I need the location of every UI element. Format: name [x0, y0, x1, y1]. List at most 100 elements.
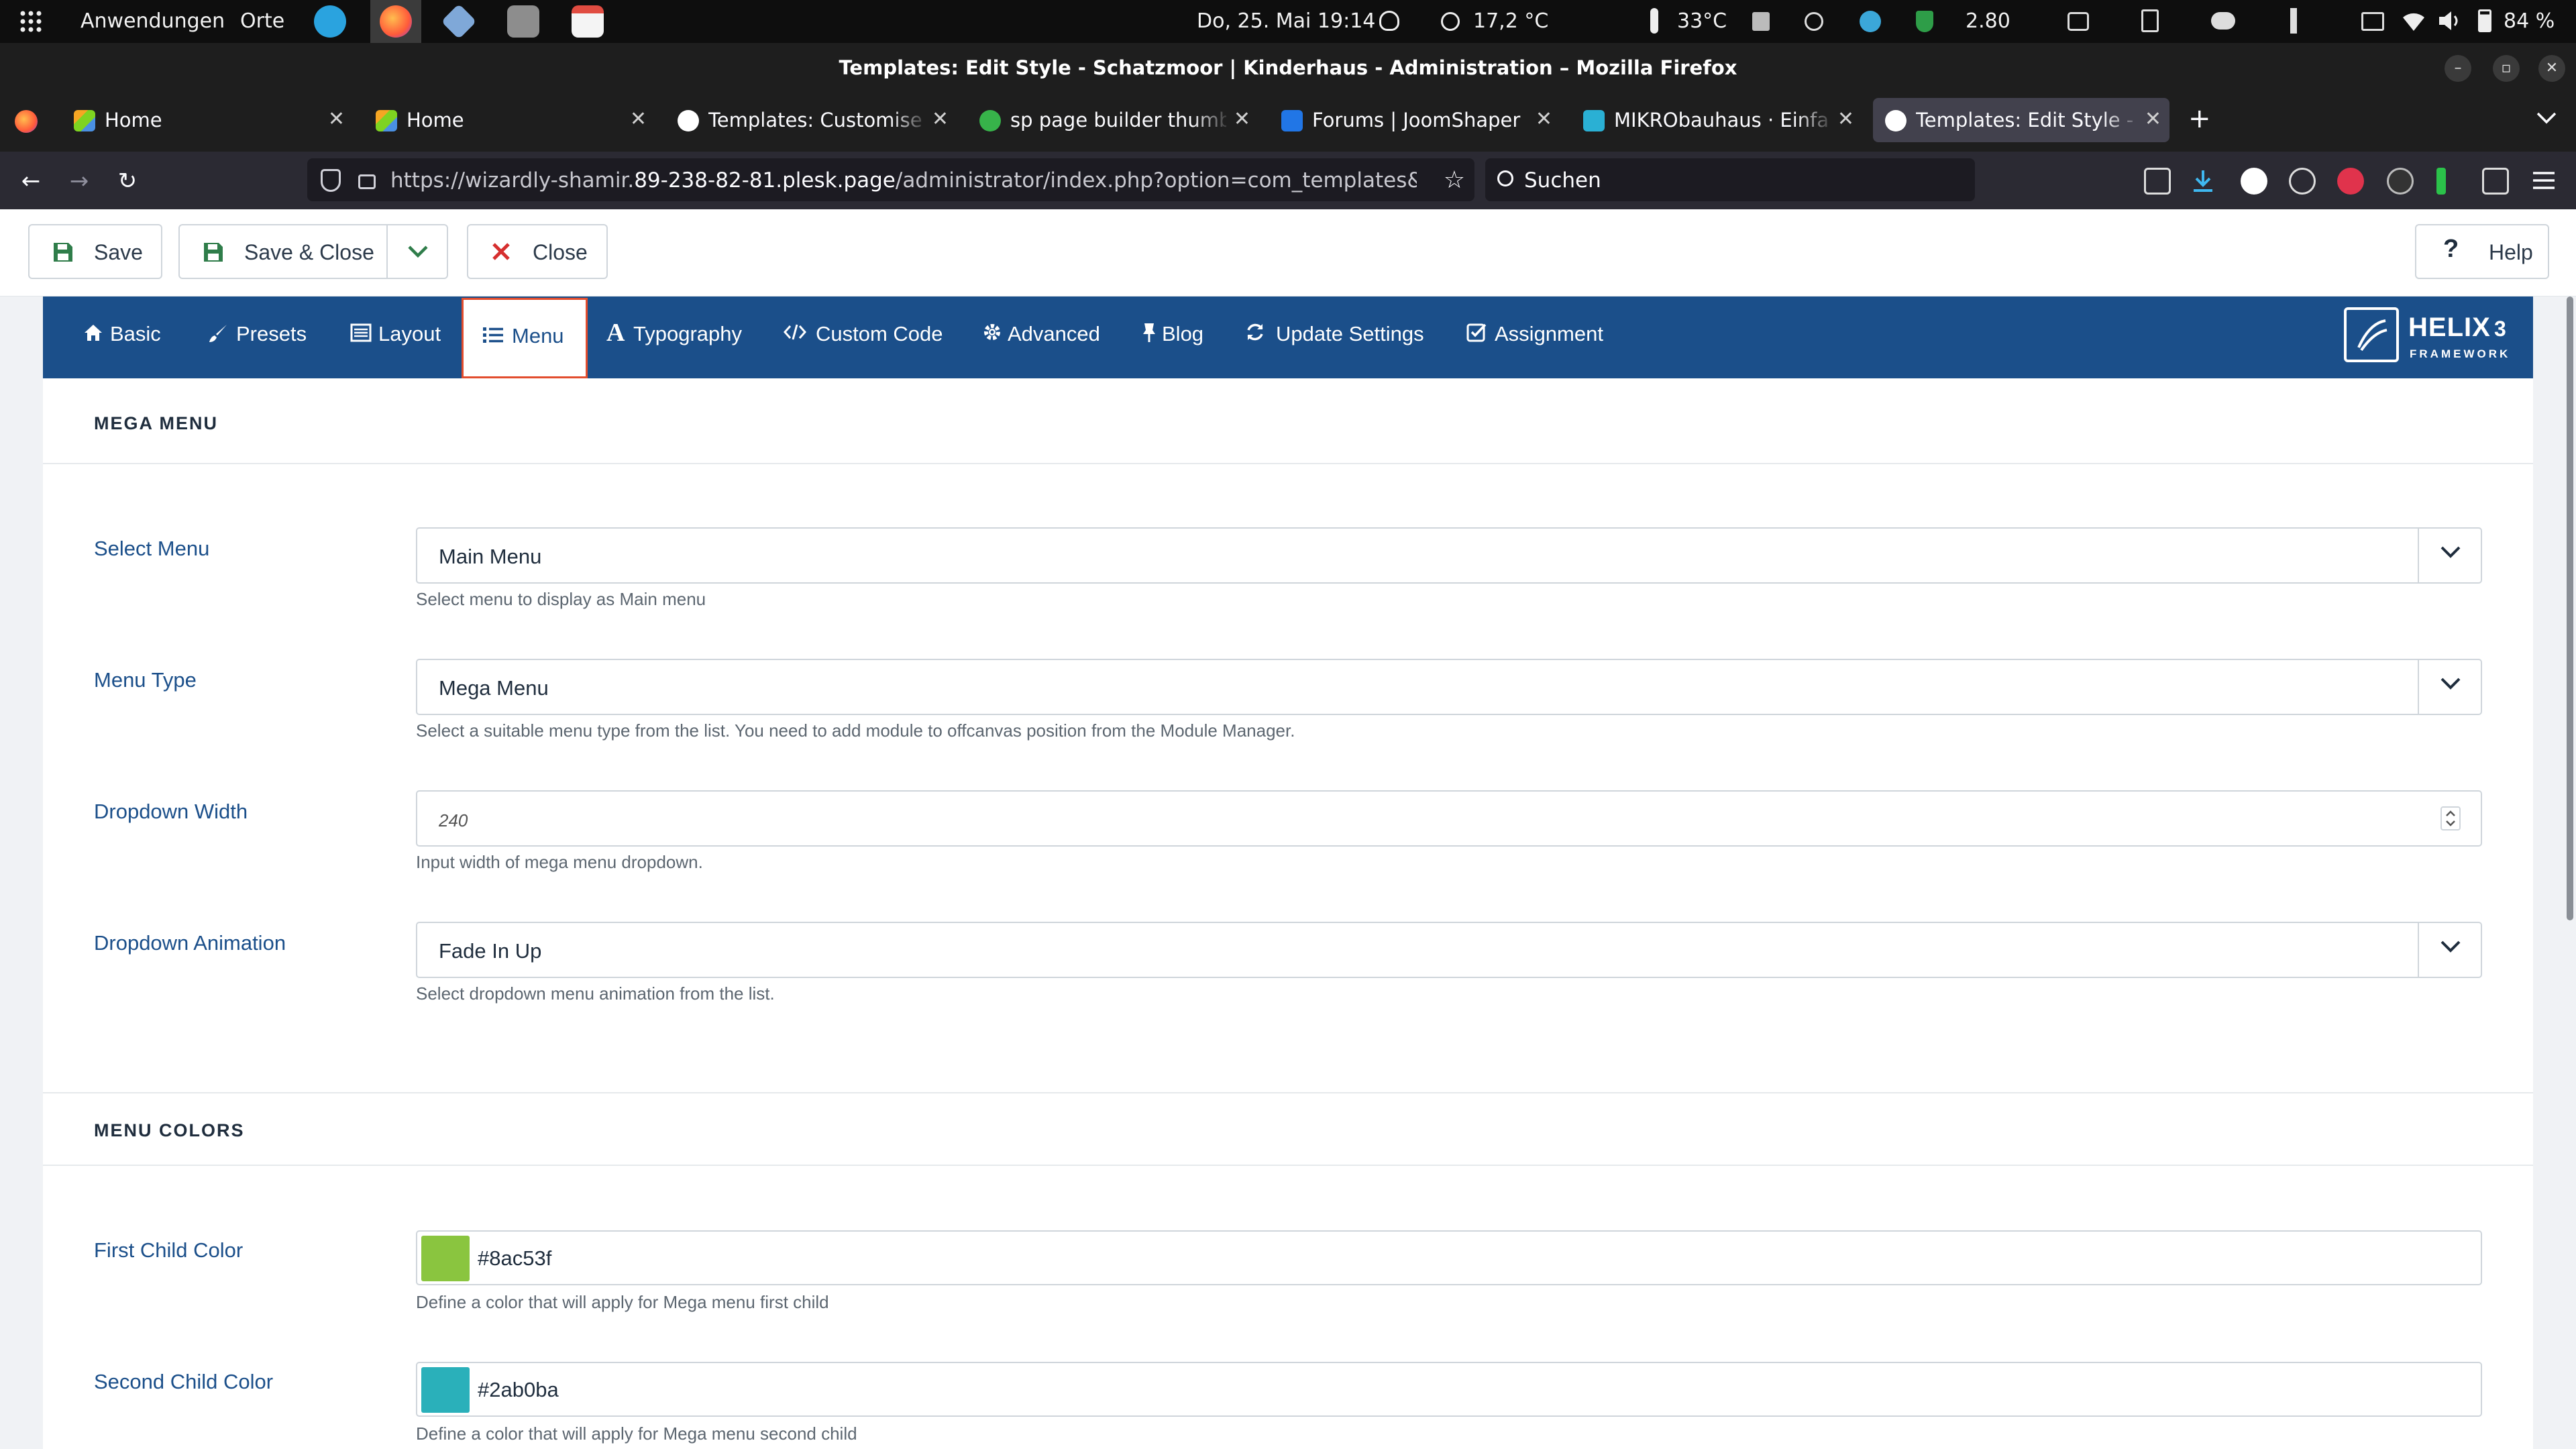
- tab-layout[interactable]: Layout: [350, 297, 448, 378]
- lock-icon[interactable]: [358, 174, 376, 189]
- address-bar[interactable]: https://wizardly-shamir.89-238-82-81.ple…: [307, 158, 1474, 201]
- dropdown-animation-label: Dropdown Animation: [94, 931, 286, 955]
- first-child-color-input[interactable]: #8ac53f: [416, 1230, 2482, 1285]
- url-scheme: https://wizardly-shamir.: [390, 168, 635, 193]
- extension-red-icon[interactable]: [2337, 168, 2364, 195]
- telegram-icon[interactable]: [314, 5, 346, 38]
- tab-home-2[interactable]: Home ✕: [364, 98, 655, 142]
- tab-blog[interactable]: Blog: [1142, 297, 1216, 378]
- back-icon[interactable]: ←: [16, 166, 46, 196]
- forward-icon[interactable]: →: [64, 166, 94, 196]
- help-button[interactable]: ? Help: [2415, 224, 2549, 279]
- select-menu-dropdown[interactable]: Main Menu: [416, 527, 2482, 584]
- clipboard-icon: [2141, 9, 2159, 32]
- second-child-color-input[interactable]: #2ab0ba: [416, 1362, 2482, 1417]
- maximize-icon[interactable]: ▫: [2493, 55, 2520, 82]
- applications-menu[interactable]: Anwendungen: [80, 9, 225, 33]
- cloud-sync-icon: [2211, 12, 2235, 30]
- save-disk-icon: [203, 241, 224, 263]
- display-icon: [2361, 12, 2384, 31]
- downloads-icon[interactable]: [2190, 168, 2216, 195]
- save-and-close-button[interactable]: Save & Close: [178, 224, 448, 279]
- tab-sp-page-builder[interactable]: sp page builder thumbsli ✕: [967, 98, 1258, 142]
- chart-favicon-icon: [376, 110, 397, 131]
- tab-close-icon[interactable]: ✕: [1536, 107, 1552, 131]
- tab-typography[interactable]: A Typography: [606, 297, 762, 378]
- chevron-down-icon[interactable]: [2418, 660, 2481, 714]
- extensions-puzzle-icon[interactable]: [2482, 168, 2509, 195]
- pocket-icon[interactable]: [2144, 168, 2171, 195]
- places-menu[interactable]: Orte: [240, 9, 284, 33]
- first-child-color-swatch[interactable]: [421, 1236, 470, 1281]
- joomshaper-favicon-icon: [1281, 110, 1303, 131]
- tab-forums-joomshaper[interactable]: Forums | JoomShaper ✕: [1269, 98, 1560, 142]
- tab-menu[interactable]: Menu: [462, 298, 588, 378]
- url-text[interactable]: https://wizardly-shamir.89-238-82-81.ple…: [390, 168, 1417, 193]
- close-x-icon: [491, 241, 511, 262]
- page-scrollbar[interactable]: [2564, 297, 2576, 1449]
- file-manager-icon[interactable]: [507, 5, 539, 38]
- tab-close-icon[interactable]: ✕: [630, 107, 647, 131]
- helix-logo-version: 3: [2494, 317, 2506, 341]
- tab-custom-code[interactable]: Custom Code: [784, 297, 953, 378]
- tab-home-1[interactable]: Home ✕: [62, 98, 353, 142]
- firefox-view-icon[interactable]: [15, 110, 38, 133]
- save-options-dropdown-toggle[interactable]: [386, 225, 448, 278]
- tab-strip: Home ✕ Home ✕ Templates: Customise (Sl ✕…: [0, 91, 2576, 152]
- bookmark-star-icon[interactable]: ☆: [1444, 166, 1465, 194]
- dropdown-animation-dropdown[interactable]: Fade In Up: [416, 922, 2482, 978]
- extension-green-icon[interactable]: [2436, 168, 2446, 195]
- section-title: MEGA MENU: [94, 413, 218, 433]
- cpu-temp: 33°C: [1677, 9, 1727, 33]
- extension-w-icon[interactable]: [2289, 168, 2316, 195]
- tab-presets[interactable]: Presets: [208, 297, 315, 378]
- chart-favicon-icon: [74, 110, 95, 131]
- chevron-down-icon[interactable]: [2418, 923, 2481, 977]
- close-window-icon[interactable]: ✕: [2538, 55, 2565, 82]
- tab-templates-edit-style[interactable]: Templates: Edit Style - Sc ✕: [1873, 98, 2169, 142]
- second-child-color-swatch[interactable]: [421, 1367, 470, 1413]
- extension-k-icon[interactable]: [2241, 168, 2267, 195]
- tab-advanced[interactable]: Advanced: [982, 297, 1110, 378]
- gear-icon: [982, 322, 1002, 342]
- calendar-app-icon[interactable]: [572, 5, 604, 38]
- minimize-icon[interactable]: –: [2445, 55, 2471, 82]
- dropdown-animation-help: Select dropdown menu animation from the …: [416, 983, 775, 1004]
- tab-close-icon[interactable]: ✕: [1837, 107, 1854, 131]
- code-icon: [784, 323, 806, 341]
- menu-type-dropdown[interactable]: Mega Menu: [416, 659, 2482, 715]
- tab-templates-customise[interactable]: Templates: Customise (Sl ✕: [665, 98, 957, 142]
- tab-close-icon[interactable]: ✕: [932, 107, 949, 131]
- tab-update-settings[interactable]: Update Settings: [1245, 297, 1434, 378]
- tracking-shield-icon[interactable]: [321, 169, 341, 192]
- scrollbar-thumb[interactable]: [2567, 297, 2573, 920]
- tab-close-icon[interactable]: ✕: [328, 107, 345, 131]
- save-button[interactable]: Save: [28, 224, 162, 279]
- window-title-bar: Templates: Edit Style - Schatzmoor | Kin…: [0, 43, 2576, 91]
- tab-mikrobauhaus[interactable]: MIKRObauhaus · Einfamil ✕: [1571, 98, 1862, 142]
- menu-type-help: Select a suitable menu type from the lis…: [416, 720, 1295, 741]
- app-grid-icon[interactable]: [19, 9, 43, 34]
- virtualbox-icon[interactable]: [441, 3, 477, 40]
- tab-list-chevron-icon[interactable]: [2536, 111, 2557, 125]
- firefox-taskbar-icon[interactable]: [370, 0, 421, 43]
- tab-close-icon[interactable]: ✕: [1234, 107, 1250, 131]
- tab-close-icon[interactable]: ✕: [2145, 107, 2161, 131]
- tab-basic[interactable]: Basic: [83, 297, 170, 378]
- dropdown-width-input[interactable]: 240: [416, 790, 2482, 847]
- number-stepper-icon[interactable]: [2440, 806, 2461, 830]
- font-icon: A: [606, 319, 625, 347]
- site-favicon-icon: [1583, 110, 1605, 131]
- search-bar[interactable]: Suchen: [1485, 158, 1975, 201]
- chevron-down-icon[interactable]: [2418, 529, 2481, 582]
- close-button[interactable]: Close: [467, 224, 608, 279]
- system-top-bar: Anwendungen Orte Do, 25. Mai 19:14 17,2 …: [0, 0, 2576, 43]
- section-mega-menu-header: MEGA MENU: [43, 378, 2533, 464]
- tab-assignment[interactable]: Assignment: [1466, 297, 1614, 378]
- clock[interactable]: Do, 25. Mai 19:14: [1197, 9, 1375, 33]
- reload-icon[interactable]: ↻: [113, 166, 142, 196]
- hamburger-menu-icon[interactable]: [2532, 170, 2556, 191]
- extension-dark-icon[interactable]: [2387, 168, 2414, 195]
- new-tab-icon[interactable]: +: [2188, 103, 2211, 134]
- checkbox-icon: [1466, 322, 1487, 342]
